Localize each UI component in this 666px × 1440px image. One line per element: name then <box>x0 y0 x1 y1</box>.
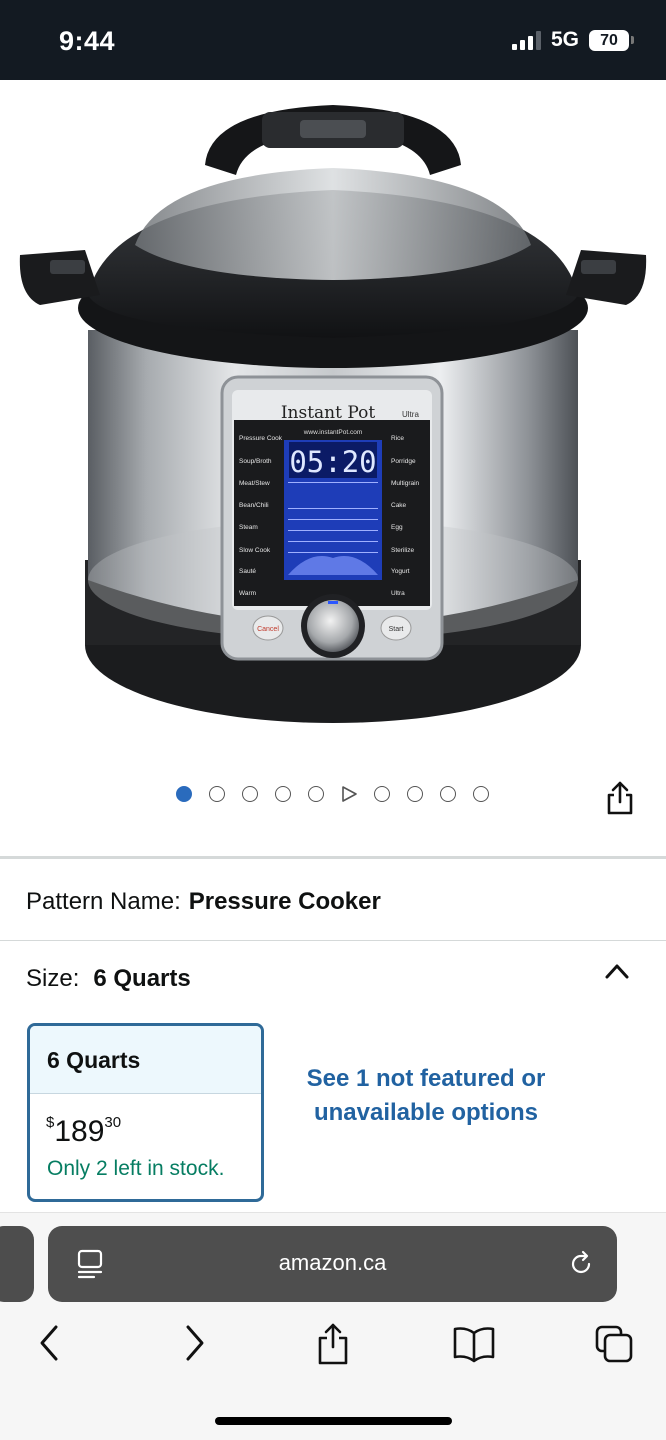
panel-time: 05:20 <box>289 445 376 479</box>
url-text: amazon.ca <box>278 1250 387 1275</box>
price-cents: 30 <box>104 1114 122 1131</box>
price-whole: 189 <box>54 1115 105 1148</box>
svg-text:Warm: Warm <box>239 590 256 597</box>
carousel-dot[interactable] <box>407 786 423 802</box>
panel-model: Ultra <box>402 410 419 419</box>
section-divider <box>0 856 666 859</box>
svg-text:Egg: Egg <box>391 524 403 531</box>
carousel-dot[interactable] <box>275 786 291 802</box>
status-bar: 9:44 5G 70 <box>0 0 666 80</box>
signal-icon <box>511 30 541 50</box>
panel-cancel: Cancel <box>257 626 279 633</box>
pressure-cooker-illustration: Instant Pot Ultra www.instantPot.com 05:… <box>19 105 647 723</box>
pattern-name-row: Pattern Name: Pressure Cooker <box>26 888 381 916</box>
carousel-dot[interactable] <box>209 786 225 802</box>
section-divider <box>0 940 666 941</box>
panel-brand: Instant Pot <box>281 403 376 423</box>
svg-text:Meat/Stew: Meat/Stew <box>239 480 270 487</box>
size-label: Size: <box>26 965 80 992</box>
svg-text:Ultra: Ultra <box>391 590 405 597</box>
svg-text:Bean/Chili: Bean/Chili <box>239 502 269 509</box>
network-label: 5G <box>550 28 579 51</box>
share-icon[interactable] <box>604 780 636 816</box>
share-icon[interactable] <box>316 1321 350 1365</box>
see-unavailable-options-link[interactable]: See 1 not featured or unavailable option… <box>296 1062 556 1130</box>
svg-text:Yogurt: Yogurt <box>391 568 410 575</box>
carousel-dot[interactable] <box>473 786 489 802</box>
product-image[interactable]: Instant Pot Ultra www.instantPot.com 05:… <box>0 80 666 760</box>
svg-text:Slow Cook: Slow Cook <box>239 547 271 554</box>
svg-text:Steam: Steam <box>239 524 258 531</box>
svg-text:Sauté: Sauté <box>239 568 256 575</box>
battery-tip <box>631 36 634 44</box>
svg-text:Cake: Cake <box>391 502 407 509</box>
address-bar[interactable]: amazon.ca <box>48 1226 617 1302</box>
pattern-value: Pressure Cooker <box>188 888 381 915</box>
reload-icon[interactable] <box>567 1250 595 1278</box>
tabs-icon[interactable] <box>594 1321 634 1365</box>
bookmarks-icon[interactable] <box>452 1321 496 1365</box>
panel-website: www.instantPot.com <box>303 429 363 436</box>
svg-text:Soup/Broth: Soup/Broth <box>239 458 272 465</box>
stock-status: Only 2 left in stock. <box>47 1157 225 1180</box>
previous-tab-preview[interactable] <box>0 1226 34 1302</box>
svg-text:Porridge: Porridge <box>391 458 416 465</box>
battery-icon: 70 <box>589 29 629 51</box>
status-time: 9:44 <box>59 26 116 56</box>
back-icon[interactable] <box>36 1321 64 1365</box>
status-indicators: 5G 70 <box>511 28 634 52</box>
image-carousel-dots[interactable] <box>176 786 489 802</box>
svg-text:Rice: Rice <box>391 435 404 442</box>
browser-chrome: amazon.ca <box>0 1212 666 1440</box>
forward-icon[interactable] <box>180 1321 208 1365</box>
panel-start: Start <box>389 626 404 633</box>
option-price: $18930 <box>30 1094 261 1149</box>
size-row[interactable]: Size: 6 Quarts <box>26 965 191 993</box>
size-option-card[interactable]: 6 Quarts $18930 Only 2 left in stock. <box>27 1023 264 1202</box>
option-name: 6 Quarts <box>30 1026 261 1094</box>
carousel-dot[interactable] <box>374 786 390 802</box>
carousel-dot[interactable] <box>176 786 192 802</box>
video-play-icon[interactable] <box>341 786 357 802</box>
carousel-dot[interactable] <box>242 786 258 802</box>
pattern-label: Pattern Name: <box>26 888 181 915</box>
svg-text:Pressure Cook: Pressure Cook <box>239 435 283 442</box>
browser-toolbar <box>0 1321 666 1373</box>
carousel-dot[interactable] <box>308 786 324 802</box>
svg-text:Sterilize: Sterilize <box>391 547 415 554</box>
chevron-up-icon[interactable] <box>604 962 630 980</box>
svg-text:Multigrain: Multigrain <box>391 480 420 487</box>
home-indicator <box>215 1417 452 1425</box>
carousel-dot[interactable] <box>440 786 456 802</box>
size-value: 6 Quarts <box>93 965 191 992</box>
